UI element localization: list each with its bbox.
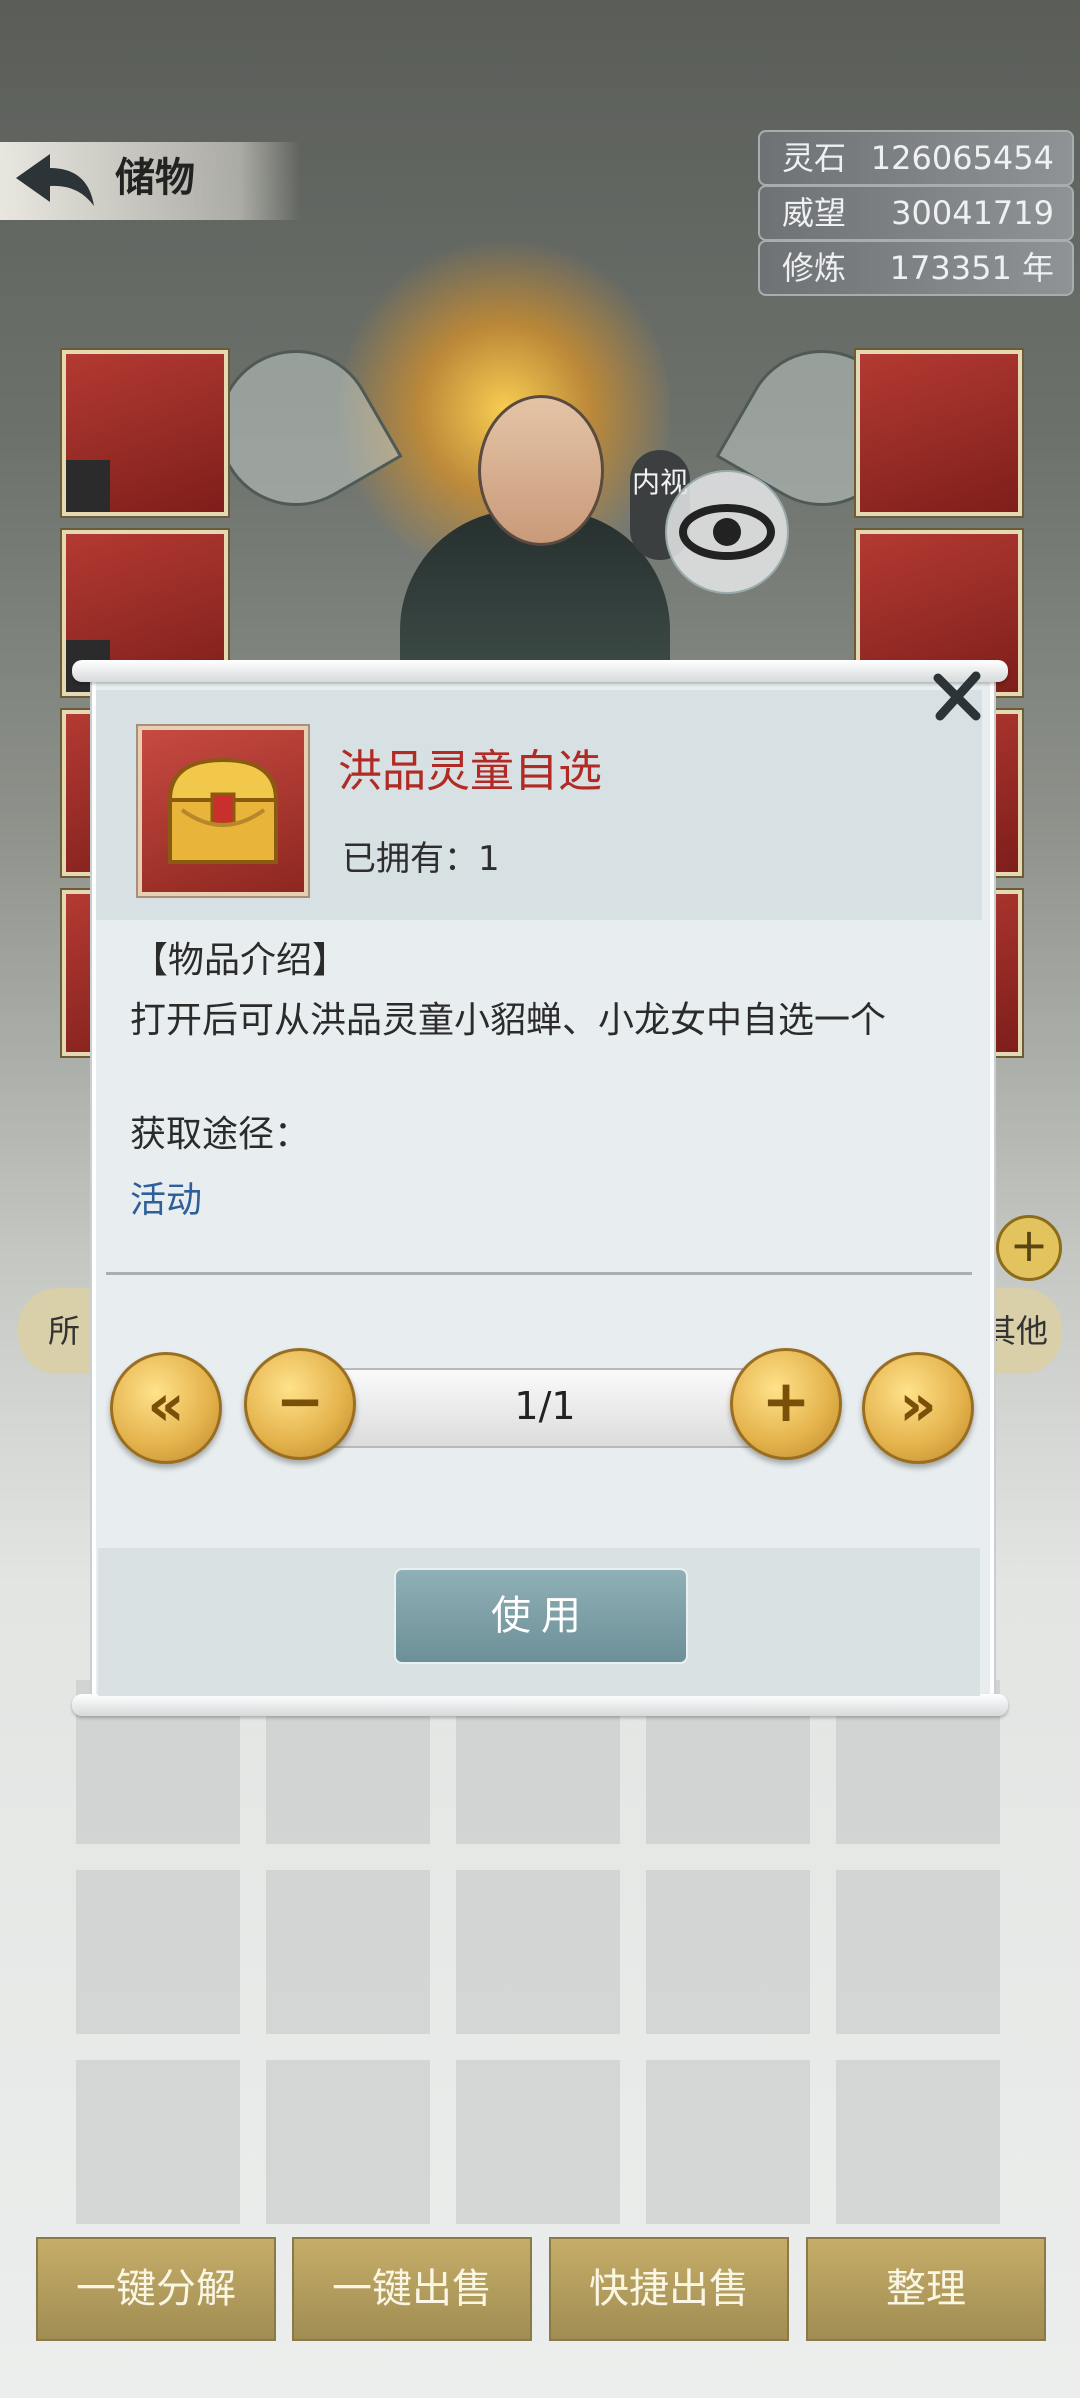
page-title: 储物 — [115, 155, 195, 201]
chest-glyph — [167, 757, 279, 864]
double-left-icon: « — [147, 1371, 185, 1439]
inventory-cell[interactable] — [456, 1870, 620, 2034]
inventory-cell[interactable] — [266, 1870, 430, 2034]
inventory-cell[interactable] — [646, 2060, 810, 2224]
quick-sell-button[interactable]: 快捷出售 — [549, 2237, 789, 2341]
source-title: 获取途径： — [130, 1114, 311, 1155]
add-icon[interactable]: + — [996, 1215, 1062, 1281]
equip-slot-ring[interactable] — [856, 350, 1022, 516]
equip-slot-weapon[interactable] — [62, 350, 228, 516]
description-text: 打开后可从洪品灵童小貂蝉、小龙女中自选一个 — [130, 1000, 887, 1041]
sell-all-button[interactable]: 一键出售 — [292, 2237, 532, 2341]
stat-xiulian: 修炼 173351 年 — [758, 240, 1074, 296]
back-arrow-icon — [16, 154, 94, 206]
description-title: 【物品介绍】 — [132, 940, 349, 981]
use-button[interactable]: 使用 — [394, 1568, 688, 1664]
decompose-all-button[interactable]: 一键分解 — [36, 2237, 276, 2341]
eye-icon-glyph — [679, 504, 775, 560]
stat-value: 126065454 — [870, 139, 1054, 177]
scroll-rod-bottom — [72, 1694, 1008, 1716]
character-head[interactable] — [478, 395, 604, 546]
slot-tag — [66, 460, 110, 512]
back-button[interactable] — [10, 148, 100, 212]
inventory-cell[interactable] — [456, 2060, 620, 2224]
close-icon — [933, 671, 981, 721]
stat-value: 30041719 — [891, 194, 1054, 232]
source-link[interactable]: 活动 — [130, 1176, 202, 1226]
stat-value: 173351 年 — [889, 249, 1054, 287]
plus-icon: + — [761, 1367, 811, 1435]
inventory-cell[interactable] — [76, 1870, 240, 2034]
quantity-value: 1/1 — [514, 1384, 576, 1428]
close-button[interactable] — [930, 668, 986, 724]
divider — [106, 1272, 972, 1275]
inventory-cell[interactable] — [646, 1870, 810, 2034]
stat-label: 灵石 — [782, 139, 847, 177]
scroll-rod-top — [72, 660, 1008, 682]
stat-weiwang: 威望 30041719 — [758, 185, 1074, 241]
stat-label: 威望 — [782, 194, 847, 232]
owned-count: 已拥有：1 — [342, 839, 500, 879]
sort-button[interactable]: 整理 — [806, 2237, 1046, 2341]
minus-icon: − — [275, 1367, 325, 1435]
eye-icon[interactable] — [665, 470, 789, 594]
inventory-cell[interactable] — [836, 2060, 1000, 2224]
inventory-cell[interactable] — [836, 1870, 1000, 2034]
min-quantity-button[interactable]: « — [110, 1352, 222, 1464]
stat-lingshi: 灵石 126065454 — [758, 130, 1074, 186]
inventory-cell[interactable] — [76, 2060, 240, 2224]
stat-label: 修炼 — [782, 249, 847, 287]
item-name: 洪品灵童自选 — [338, 746, 602, 797]
increase-button[interactable]: + — [730, 1348, 842, 1460]
decrease-button[interactable]: − — [244, 1348, 356, 1460]
double-right-icon: » — [899, 1371, 937, 1439]
inventory-cell[interactable] — [266, 2060, 430, 2224]
max-quantity-button[interactable]: » — [862, 1352, 974, 1464]
treasure-chest-icon — [138, 726, 308, 896]
